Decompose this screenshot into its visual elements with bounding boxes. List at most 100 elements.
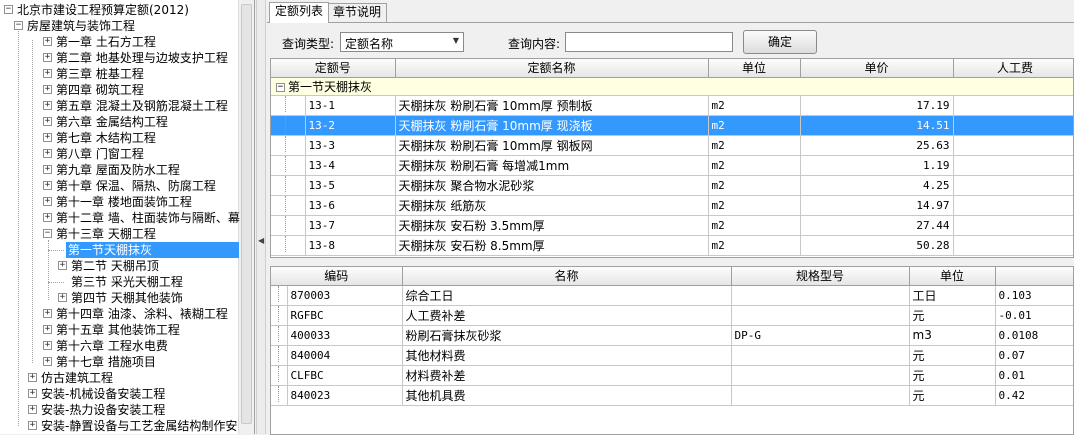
- expand-icon[interactable]: +: [43, 117, 52, 126]
- column-header[interactable]: 人工费: [953, 59, 1073, 78]
- quota-name: 天棚抹灰 粉刷石膏 10mm厚 现浇板: [395, 115, 709, 136]
- material-code: RGFBC: [287, 305, 403, 326]
- tab-chapter-notes[interactable]: 章节说明: [327, 3, 388, 22]
- quota-price: 14.51: [800, 115, 954, 136]
- column-header[interactable]: 定额号: [271, 59, 396, 78]
- tree-item-label: 第十五章 其他装饰工程: [56, 323, 180, 337]
- expand-icon[interactable]: +: [43, 325, 52, 334]
- expand-icon[interactable]: +: [43, 213, 52, 222]
- collapse-icon[interactable]: −: [14, 21, 23, 30]
- quota-code: 13-2: [305, 115, 396, 136]
- quota-row[interactable]: 13-1 天棚抹灰 粉刷石膏 10mm厚 预制板 m2 17.19: [271, 95, 1073, 116]
- tree-guide: [278, 385, 279, 402]
- query-type-label: 查询类型:: [282, 37, 335, 51]
- quota-unit: m2: [708, 195, 801, 216]
- pane-splitter[interactable]: ◀: [256, 0, 266, 434]
- quota-code: 13-1: [305, 95, 396, 116]
- quota-price: 14.97: [800, 195, 954, 216]
- tree-guide: [285, 115, 286, 132]
- quota-row[interactable]: 13-2 天棚抹灰 粉刷石膏 10mm厚 现浇板 m2 14.51: [271, 115, 1073, 136]
- material-row[interactable]: 870003 综合工日 工日 0.103: [271, 285, 1073, 306]
- confirm-button[interactable]: 确定: [743, 30, 817, 54]
- material-spec: [731, 385, 910, 406]
- expand-icon[interactable]: +: [43, 165, 52, 174]
- column-header[interactable]: 名称: [402, 267, 732, 286]
- expand-icon[interactable]: +: [28, 373, 37, 382]
- quota-row[interactable]: 13-3 天棚抹灰 粉刷石膏 10mm厚 钢板网 m2 25.63: [271, 135, 1073, 156]
- expand-icon[interactable]: +: [43, 149, 52, 158]
- quota-unit: m2: [708, 155, 801, 176]
- tree-item-label: 第十一章 楼地面装饰工程: [56, 195, 192, 209]
- expand-icon[interactable]: +: [43, 133, 52, 142]
- group-row[interactable]: − 第一节天棚抹灰: [271, 77, 1073, 96]
- expand-icon[interactable]: +: [43, 309, 52, 318]
- material-row[interactable]: CLFBC 材料费补差 元 0.01: [271, 365, 1073, 386]
- material-unit: 元: [909, 385, 996, 406]
- tree-item-label: 第四节 天棚其他装饰: [71, 291, 183, 305]
- expand-icon[interactable]: +: [28, 421, 37, 430]
- expand-icon[interactable]: +: [58, 293, 67, 302]
- expand-icon[interactable]: +: [43, 341, 52, 350]
- material-unit: 元: [909, 305, 996, 326]
- expand-icon[interactable]: +: [43, 181, 52, 190]
- tree-item-label: 第八章 门窗工程: [56, 147, 144, 161]
- query-content-input[interactable]: [565, 32, 733, 52]
- tree-indent: [271, 95, 306, 116]
- chapter-tree[interactable]: − 北京市建设工程预算定额(2012) − 房屋建筑与装饰工程 + 第一章 土石…: [0, 0, 255, 434]
- material-row[interactable]: RGFBC 人工费补差 元 -0.01: [271, 305, 1073, 326]
- quota-row[interactable]: 13-5 天棚抹灰 聚合物水泥砂浆 m2 4.25: [271, 175, 1073, 196]
- material-unit: m3: [909, 325, 996, 346]
- material-row[interactable]: 400033 粉刷石膏抹灰砂浆 DP-G m3 0.0108: [271, 325, 1073, 346]
- quota-row[interactable]: 13-8 天棚抹灰 安石粉 8.5mm厚 m2 50.28: [271, 235, 1073, 256]
- quota-price: 25.63: [800, 135, 954, 156]
- collapse-icon[interactable]: −: [276, 82, 285, 92]
- quota-row[interactable]: 13-7 天棚抹灰 安石粉 3.5mm厚 m2 27.44: [271, 215, 1073, 236]
- material-row[interactable]: 840004 其他材料费 元 0.07: [271, 345, 1073, 366]
- column-header[interactable]: 单价: [800, 59, 954, 78]
- quota-row[interactable]: 13-6 天棚抹灰 纸筋灰 m2 14.97: [271, 195, 1073, 216]
- material-name: 其他机具费: [402, 385, 732, 406]
- quota-labor: [953, 115, 1073, 136]
- tree-item-label: 第九章 屋面及防水工程: [56, 163, 180, 177]
- quota-row[interactable]: 13-4 天棚抹灰 粉刷石膏 每增减1mm m2 1.19: [271, 155, 1073, 176]
- tree-guide: [278, 345, 279, 362]
- collapse-icon[interactable]: −: [4, 5, 13, 14]
- quota-labor: [953, 135, 1073, 156]
- tree-indent: [271, 305, 288, 326]
- expand-icon[interactable]: +: [28, 389, 37, 398]
- column-header[interactable]: 单位: [909, 267, 996, 286]
- column-header[interactable]: 定额名称: [395, 59, 709, 78]
- collapse-icon[interactable]: −: [43, 229, 52, 238]
- group-label: 第一节天棚抹灰: [288, 79, 373, 94]
- tree-item-section-selected[interactable]: 第一节天棚抹灰: [0, 242, 239, 258]
- column-header[interactable]: [995, 267, 1073, 286]
- expand-icon[interactable]: +: [58, 261, 67, 270]
- query-type-select[interactable]: 定额名称 ▼: [340, 32, 464, 52]
- tab-quota-list[interactable]: 定额列表: [269, 2, 330, 23]
- chevron-left-icon[interactable]: ◀: [258, 236, 264, 245]
- material-name: 综合工日: [402, 285, 732, 306]
- expand-icon[interactable]: +: [43, 197, 52, 206]
- expand-icon[interactable]: +: [43, 53, 52, 62]
- material-qty: 0.07: [995, 345, 1073, 366]
- expand-icon[interactable]: +: [43, 85, 52, 94]
- scrollbar-thumb[interactable]: [241, 4, 252, 424]
- quota-labor: [953, 155, 1073, 176]
- expand-icon[interactable]: +: [43, 37, 52, 46]
- expand-icon[interactable]: +: [43, 69, 52, 78]
- quota-name: 天棚抹灰 聚合物水泥砂浆: [395, 175, 709, 196]
- expand-icon[interactable]: +: [28, 405, 37, 414]
- tree-scrollbar[interactable]: [238, 0, 254, 434]
- tree-item-label: 第十二章 墙、柱面装饰与隔断、幕: [56, 211, 240, 225]
- quota-name: 天棚抹灰 粉刷石膏 10mm厚 钢板网: [395, 135, 709, 156]
- material-row[interactable]: 840023 其他机具费 元 0.42: [271, 385, 1073, 406]
- column-header[interactable]: 编码: [271, 267, 403, 286]
- column-header[interactable]: 单位: [708, 59, 801, 78]
- tree-indent: [271, 115, 306, 136]
- tree-indent: [271, 285, 288, 306]
- expand-icon[interactable]: +: [43, 357, 52, 366]
- tree-guide: [285, 195, 286, 212]
- column-header[interactable]: 规格型号: [731, 267, 910, 286]
- expand-icon[interactable]: +: [43, 101, 52, 110]
- material-unit: 工日: [909, 285, 996, 306]
